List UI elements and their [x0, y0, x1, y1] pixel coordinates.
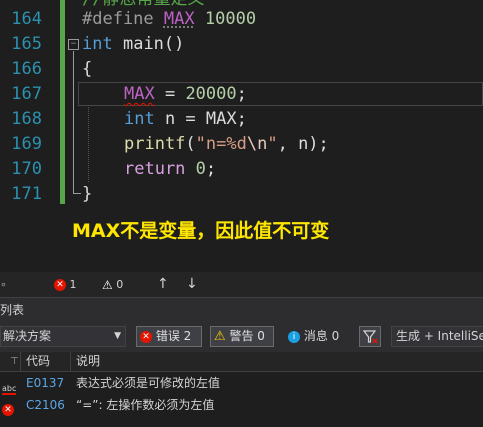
build-source-dropdown[interactable]: 生成 + IntelliSense [391, 326, 483, 347]
warnings-filter-button[interactable]: ⚠ 警告 0 [210, 326, 274, 347]
error-count: 1 [69, 278, 77, 291]
error-code: E0137 [26, 376, 65, 390]
line-number: 166 [11, 59, 42, 79]
filter-icon [362, 330, 378, 344]
chevron-down-icon: ▼ [114, 331, 121, 341]
error-code: C2106 [26, 398, 65, 412]
down-arrow-icon[interactable]: ↓ [186, 272, 198, 297]
up-arrow-icon[interactable]: ↑ [157, 272, 169, 297]
error-icon: ✕ [140, 330, 152, 343]
status-glyph: ∘ [0, 278, 7, 291]
panel-title-text: 列表 [0, 303, 25, 317]
errors-filter-button[interactable]: ✕ 错误 2 [136, 326, 202, 347]
macro-name: MAX [163, 9, 195, 29]
type-keyword: int [82, 34, 113, 54]
filter-button[interactable] [359, 326, 381, 347]
error-description: “=”: 左操作数必须为左值 [76, 398, 215, 412]
error-description: 表达式必须是可修改的左值 [76, 376, 221, 390]
error-icon: ✕ [54, 279, 66, 291]
code-line-169[interactable]: printf("n=%d\n", n); [124, 132, 329, 157]
line-number: 168 [11, 109, 42, 129]
preprocessor-directive: #define [82, 9, 154, 29]
errors-filter-label: 错误 2 [155, 329, 192, 343]
type-keyword: int [124, 109, 155, 129]
column-header-code[interactable]: 代码 [26, 352, 50, 371]
annotation-text: MAX不是变量，因此值不可变 [72, 220, 330, 242]
code-line-168[interactable]: int n = MAX; [124, 107, 247, 132]
function-name: main() [122, 34, 185, 54]
paren: ( [185, 134, 196, 154]
indent-guide [88, 107, 90, 182]
table-row[interactable]: ✕ C2106 “=”: 左操作数必须为左值 [0, 394, 483, 416]
code-editor[interactable]: //静态常量定义 − 164 165 166 167 168 169 170 1… [0, 0, 483, 272]
panel-title: 列表 [0, 297, 483, 322]
code-line-171[interactable]: } [82, 182, 92, 207]
call-args: , n); [277, 134, 329, 154]
column-divider[interactable] [70, 352, 71, 371]
function-call: printf [124, 134, 186, 154]
return-keyword: return [124, 159, 186, 179]
macro-value: 10000 [204, 9, 257, 29]
semicolon: ; [236, 84, 247, 104]
error-list-toolbar: 解决方案 ▼ ✕ 错误 2 ⚠ 警告 0 i 消息 0 生成 + Intelli… [0, 322, 483, 352]
warning-icon: ⚠ [102, 277, 113, 292]
code-line-166[interactable]: { [82, 57, 92, 82]
line-number: 167 [11, 84, 42, 104]
collapse-icon[interactable]: − [68, 39, 79, 50]
sort-icon[interactable]: ⊤ [10, 352, 19, 371]
messages-filter-label: 消息 0 [303, 329, 340, 343]
error-dot: ✕ [2, 403, 14, 416]
warning-icon: ⚠ [214, 329, 226, 344]
open-brace: { [82, 59, 93, 79]
declaration: n = MAX; [154, 109, 247, 129]
line-number: 164 [11, 9, 42, 29]
status-bar: ∘ ✕ 1 ⚠ 0 ↑ ↓ [0, 272, 483, 297]
number-literal: 20000 [185, 84, 237, 104]
error-icon: ✕ [2, 398, 14, 420]
warning-count: 0 [116, 278, 124, 291]
string-close: " [267, 134, 278, 154]
code-line-170[interactable]: return 0; [124, 157, 216, 182]
code-line-167[interactable]: MAX = 20000; [124, 82, 247, 107]
warnings-filter-label: 警告 0 [229, 329, 265, 343]
scope-dropdown-value: 解决方案 [3, 329, 52, 343]
line-number: 169 [11, 134, 42, 154]
line-number: 171 [11, 184, 42, 204]
code-line-164[interactable]: #define MAX 10000 [82, 7, 256, 32]
line-number: 170 [11, 159, 42, 179]
escape-sequence: \n [246, 134, 268, 154]
number-literal: 0 [195, 159, 206, 179]
messages-filter-button[interactable]: i 消息 0 [288, 326, 339, 347]
assign-op: = [154, 84, 186, 104]
column-header-description[interactable]: 说明 [76, 352, 100, 371]
scope-dropdown[interactable]: 解决方案 ▼ [0, 326, 126, 347]
close-brace: } [82, 184, 93, 204]
string-literal: "n=%d [195, 134, 247, 154]
semicolon: ; [205, 159, 217, 179]
table-row[interactable]: abc E0137 表达式必须是可修改的左值 [0, 372, 483, 395]
change-bar [60, 0, 65, 204]
grid-header: ⊤ 代码 说明 [0, 352, 483, 372]
info-icon: i [288, 330, 300, 343]
fold-guide-end [73, 193, 81, 194]
fold-guide [73, 51, 74, 194]
error-indicator[interactable]: ✕ 1 [54, 272, 77, 297]
macro-usage: MAX [124, 84, 155, 104]
build-source-value: 生成 + IntelliSense [396, 329, 483, 343]
line-number: 165 [11, 34, 42, 54]
code-line-165[interactable]: int main() [82, 32, 184, 57]
column-divider[interactable] [20, 352, 21, 371]
warning-indicator[interactable]: ⚠ 0 [102, 272, 123, 297]
